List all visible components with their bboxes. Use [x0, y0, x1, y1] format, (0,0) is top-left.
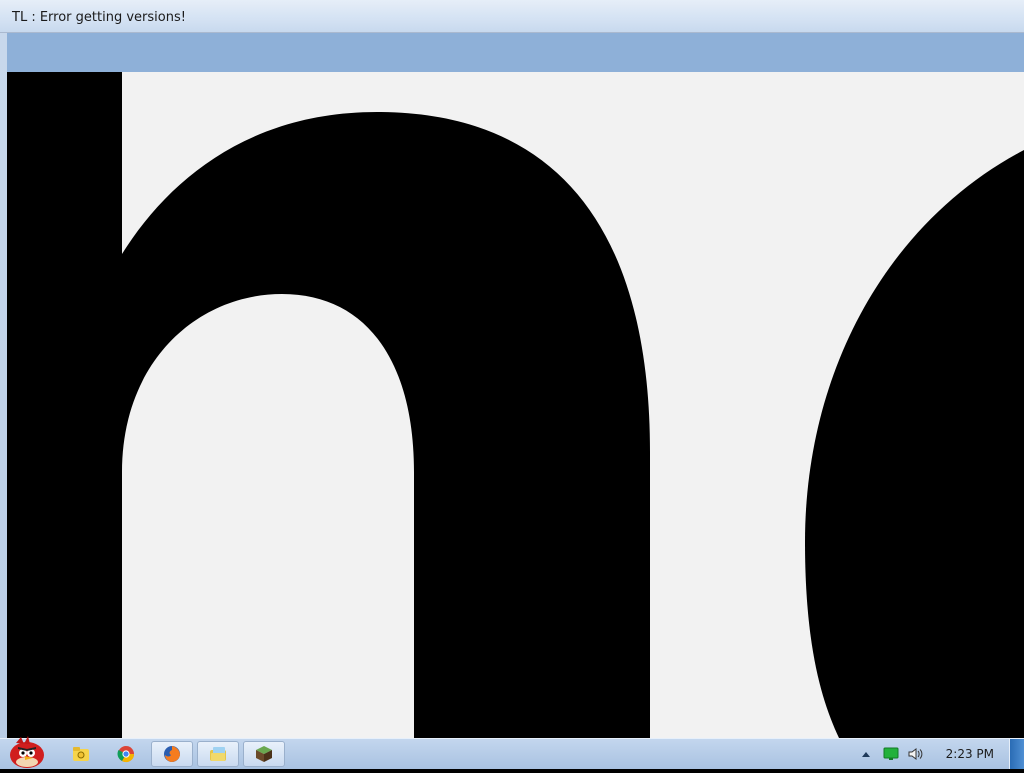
- taskbar-clock[interactable]: 2:23 PM: [946, 747, 994, 761]
- app-window: TL : Error getting versions!: [0, 0, 1024, 738]
- title-bar[interactable]: TL : Error getting versions!: [0, 0, 1024, 33]
- chrome-icon: [117, 746, 135, 763]
- firefox-icon: [164, 746, 180, 762]
- start-button[interactable]: [6, 735, 48, 769]
- taskbar-item-folder[interactable]: [60, 741, 102, 767]
- taskbar-item-minecraft[interactable]: [243, 741, 285, 767]
- minecraft-block-icon: [256, 746, 272, 762]
- angry-birds-icon: [10, 736, 44, 768]
- glyph-o-partial: [805, 150, 1024, 738]
- tray-expand-icon[interactable]: [858, 746, 874, 762]
- toolbar-strip: [7, 33, 1024, 72]
- network-icon[interactable]: [878, 746, 904, 762]
- window-title: TL : Error getting versions!: [12, 10, 186, 25]
- file-manager-icon: [210, 747, 226, 761]
- taskbar-item-chrome[interactable]: [105, 741, 147, 767]
- taskbar-item-file-manager[interactable]: [197, 741, 239, 767]
- taskbar: 2:23 PM: [0, 735, 1024, 769]
- folder-icon: [73, 747, 89, 761]
- content-area: [7, 72, 1024, 738]
- show-desktop-button[interactable]: [1009, 739, 1024, 769]
- system-tray: [858, 739, 926, 769]
- taskbar-item-firefox[interactable]: [151, 741, 193, 767]
- large-text-glyphs: [7, 72, 1024, 738]
- glyph-n: [7, 72, 650, 738]
- volume-icon[interactable]: [904, 746, 926, 762]
